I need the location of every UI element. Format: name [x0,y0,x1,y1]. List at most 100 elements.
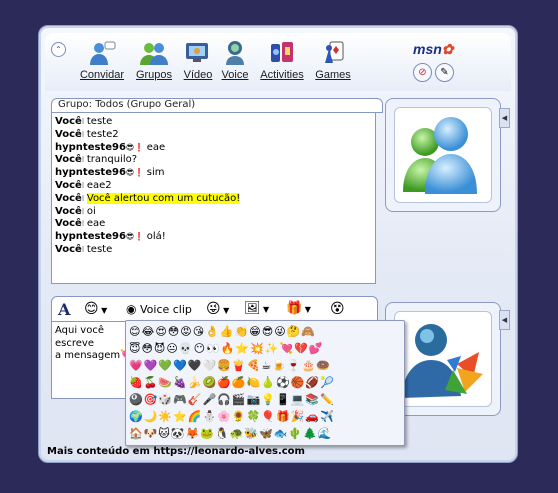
message-sender: Você [55,243,82,255]
chat-message: Você⁝ Você alertou com um cutucão! [55,192,375,206]
invite-button[interactable]: Convidar [75,35,129,87]
chat-message: Você⁝ teste2 [55,129,375,142]
invite-label: Convidar [79,69,125,81]
sunglasses-icon: 😎❗ [125,142,147,152]
chat-message: Você⁝ teste [55,244,375,257]
message-sender: Você [55,128,82,140]
emoticon-row[interactable]: 😊😂😍😳😡😘👌👍👏😁😎😜🤔🙈 [129,325,403,339]
collapse-toolbar-button[interactable]: ⌃ [51,42,66,57]
emoticon-row[interactable]: 🏠🐶🐱🐼🦊🐸🐧🐢🐝🦋🐟🌵🌲🌊 [129,427,403,441]
message-text: teste [86,243,113,255]
message-text: oi [86,205,96,217]
video-button[interactable]: Vídeo [179,35,217,87]
message-text: eae2 [86,179,112,191]
voice-clip-icon: ◉ [126,302,137,316]
message-sender: Você [55,205,82,217]
message-sender: Você [55,192,82,204]
video-icon [186,43,208,62]
collapse-user-avatar-arrow[interactable]: ◀ [499,310,510,330]
gift-icon: 🎁 [286,301,303,316]
message-text: teste2 [86,128,119,140]
emoticon-row[interactable]: 💗💜💚💙🖤🤍🍔🍟🍕☕🍺🍷🎂🍩 [129,359,403,373]
message-sender: hypnteste96 [55,167,126,179]
image-icon: 🖼 [244,301,261,316]
chat-message: Você⁝ eae [55,218,375,231]
block-button[interactable]: ⊘ [413,63,432,82]
emoticon-row[interactable]: 🍓🍒🍉🍇🍌🥝🍎🍊🍋🍐⚽🏀🏈🎾 [129,376,403,390]
games-icon [325,41,344,63]
dropdown-arrow-icon: ▼ [98,306,108,315]
conversation-history[interactable]: Você⁝ teste Você⁝ teste2 hypnteste96😎❗ eae… [51,112,376,284]
msn-buddy-icon [403,117,477,194]
groups-label: Grupos [135,69,173,81]
voice-clip-button[interactable]: ◉ Voice clip [126,300,192,318]
footer-prefix: Mais conteúdo em [47,446,150,457]
groups-button[interactable]: Grupos [131,35,177,87]
message-sender: hypnteste96 [55,141,126,153]
message-sender: Você [55,154,82,166]
message-sender: Você [55,116,82,127]
message-text: Você alertou com um cutucão! [86,192,241,204]
chat-message: hypnteste96😎❗ eae [55,142,375,155]
message-sender: Você [55,218,82,230]
voice-button[interactable]: Voice [217,35,253,87]
voice-clip-label: Voice clip [139,303,192,316]
activities-label: Activities [260,69,304,81]
emoticon-popup: 😊😂😍😳😡😘👌👍👏😁😎😜🤔🙈 😇😳😈😐💀😶👀🔥⭐💥✨💘💔💕 💗💜💚💙🖤🤍🍔🍟🍕☕🍺🍷… [125,320,405,446]
message-text: teste [86,116,113,127]
footer: Mais conteúdo em https://leonardo-alves.… [47,446,305,457]
message-text: sim [146,167,165,179]
contact-avatar [394,107,492,203]
message-text: eae [86,218,106,230]
chat-message: Você⁝ eae2 [55,180,375,193]
msn-butterfly-avatar-icon [401,324,483,398]
dropdown-arrow-icon: ▼ [302,305,311,314]
message-text-line-3: a mensagem [55,350,121,361]
wink-button[interactable]: 😜 ▼ [206,300,229,318]
video-label: Vídeo [183,69,213,81]
footer-link[interactable]: https://leonardo-alves.com [153,446,305,457]
background-button[interactable]: 🖼 ▼ [244,300,269,318]
edit-button[interactable]: ✎ [435,63,454,82]
sunglasses-icon: 😎❗ [125,232,147,242]
message-text: olá! [146,231,166,243]
message-text: tranquilo? [86,154,138,166]
dropdown-arrow-icon: ▼ [260,305,270,314]
gift-button[interactable]: 🎁 ▼ [286,300,311,318]
input-toolbar: A 😊 ▼ ◉ Voice clip 😜 ▼ 🖼 ▼ 🎁 ▼ 😵 [51,296,378,322]
nudge-icon: 😵 [330,301,345,317]
collapse-avatar-arrow[interactable]: ◀ [499,108,510,128]
pencil-icon: ✎ [440,67,449,78]
wink-icon: 😜 [206,301,221,317]
invite-icon [90,41,116,65]
msn-logo: msn✿ [413,41,454,57]
chat-message: Você⁝ teste [55,116,375,129]
activities-icon [271,42,293,62]
font-button[interactable]: A [58,300,70,319]
toolbar: ⌃ Convidar Grupos Vídeo Voice Activities… [45,33,511,91]
groups-icon [140,43,168,65]
activities-button[interactable]: Activities [255,35,309,87]
message-sender: Você [55,179,82,191]
contact-avatar-frame [385,98,501,212]
msn-logo-text: msn [413,41,442,57]
games-button[interactable]: Games [311,35,355,87]
chat-message: hypnteste96😎❗ olá! [55,231,375,244]
sunglasses-icon: 😎❗ [125,168,147,178]
nudge-button[interactable]: 😵 [330,300,345,318]
emoticon-button[interactable]: 😊 ▼ [84,300,107,318]
emoticon-row[interactable]: 🌍🌙☀️⭐🌈⛄🌸🌻🍀🎈🎁🎉🚗✈️ [129,410,403,424]
block-icon: ⊘ [418,67,427,78]
voice-icon [226,41,244,65]
user-avatar [394,311,492,407]
chat-message: Você⁝ tranquilo? [55,154,375,167]
chat-message: Você⁝ oi [55,206,375,219]
emoticon-row[interactable]: 😇😳😈😐💀😶👀🔥⭐💥✨💘💔💕 [129,342,403,356]
conversation-header: Grupo: Todos (Grupo Geral) [51,98,383,113]
chat-message: hypnteste96😎❗ sim [55,167,375,180]
emoticon-row[interactable]: 🎱🎯🎲🎮🎸🎤🎧🎬📷💡📱💻📚✏️ [129,393,403,407]
games-label: Games [315,69,351,81]
voice-label: Voice [221,69,249,81]
smiley-icon: 😊 [84,301,99,317]
message-sender: hypnteste96 [55,231,126,243]
